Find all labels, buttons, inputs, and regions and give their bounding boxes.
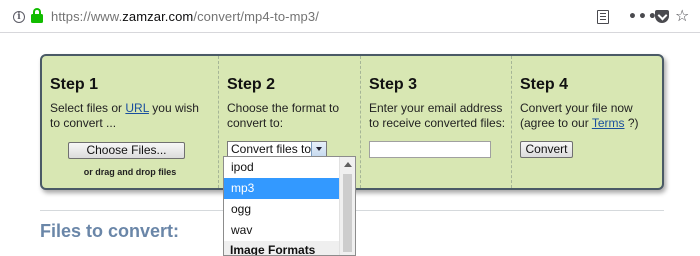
lock-icon[interactable] — [31, 8, 43, 24]
dropdown-scrollbar[interactable] — [339, 157, 355, 255]
format-select-value: Convert files to: — [231, 142, 315, 156]
format-group-label: Image Formats — [224, 241, 340, 255]
scrollbar-thumb[interactable] — [343, 174, 352, 252]
step-3-title: Step 3 — [369, 76, 418, 93]
step-3: Step 3 Enter your email address to recei… — [360, 56, 511, 188]
format-option-selected[interactable]: mp3 — [224, 178, 340, 199]
step-4-desc-text-2: ?) — [624, 116, 639, 130]
step-4: Step 4 Convert your file now (agree to o… — [511, 56, 662, 188]
step-1: Step 1 Select files or URL you wish to c… — [42, 56, 218, 188]
step-2-title: Step 2 — [227, 76, 276, 93]
drag-drop-note: or drag and drop files — [83, 167, 177, 177]
url-link[interactable]: URL — [125, 101, 149, 115]
convert-button[interactable]: Convert — [520, 141, 573, 158]
step-1-title: Step 1 — [50, 76, 99, 93]
files-to-convert-heading: Files to convert: — [40, 221, 180, 241]
step-4-title: Step 4 — [520, 76, 569, 93]
scroll-up-arrow-icon[interactable] — [344, 162, 352, 167]
email-field[interactable] — [369, 141, 491, 158]
step-3-description: Enter your email address to receive conv… — [369, 101, 506, 130]
chevron-down-icon[interactable] — [311, 142, 326, 157]
format-option[interactable]: ipod — [224, 157, 340, 178]
terms-link[interactable]: Terms — [592, 116, 625, 130]
url-prefix: https://www. — [51, 9, 123, 24]
bookmark-star-icon[interactable]: ☆ — [675, 6, 689, 25]
format-option[interactable]: wav — [224, 220, 340, 241]
format-dropdown-list: ipod mp3 ogg wav Image Formats — [223, 156, 356, 256]
reader-view-icon[interactable] — [597, 10, 609, 24]
pocket-icon[interactable] — [655, 10, 669, 23]
choose-files-button[interactable]: Choose Files... — [68, 142, 185, 159]
format-option[interactable]: ogg — [224, 199, 340, 220]
more-actions-icon[interactable]: ••• — [628, 9, 658, 25]
step-4-description: Convert your file now (agree to our Term… — [520, 101, 668, 131]
url-path: /convert/mp4-to-mp3/ — [193, 9, 319, 24]
url-field[interactable]: https://www.zamzar.com/convert/mp4-to-mp… — [51, 9, 319, 24]
info-icon[interactable]: i — [13, 11, 25, 23]
step-2-description: Choose the format to convert to: — [227, 101, 340, 130]
format-options: ipod mp3 ogg wav Image Formats — [224, 157, 340, 255]
url-host: zamzar.com — [122, 9, 194, 24]
step-1-desc-text: Select files or — [50, 101, 126, 115]
step-1-description: Select files or URL you wish to convert … — [50, 101, 200, 131]
browser-url-bar: i https://www.zamzar.com/convert/mp4-to-… — [0, 0, 700, 33]
